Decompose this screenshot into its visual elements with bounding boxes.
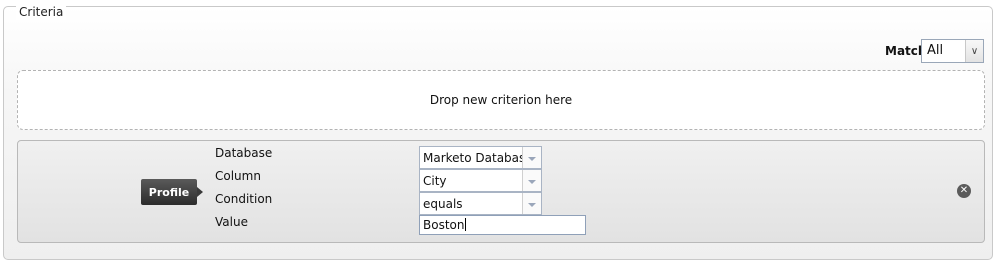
condition-select[interactable]: equals — [419, 192, 542, 215]
criterion-drop-zone[interactable]: Drop new criterion here — [17, 70, 985, 130]
remove-criterion-icon[interactable]: ✕ — [957, 184, 971, 198]
dropdown-arrow-icon[interactable] — [522, 147, 541, 168]
dropdown-arrow-icon[interactable] — [522, 170, 541, 191]
column-label: Column — [215, 169, 261, 183]
dropdown-arrow-icon[interactable] — [522, 193, 541, 214]
criteria-legend: Criteria — [16, 6, 67, 20]
match-select-value: All — [927, 43, 944, 58]
column-select[interactable]: City — [419, 169, 542, 192]
database-select[interactable]: Marketo Database — [419, 146, 542, 169]
criterion-row: Profile Database Marketo Database Column… — [17, 140, 985, 243]
profile-tag: Profile — [141, 179, 203, 205]
criteria-fieldset: Criteria Match All ∨ Drop new criterion … — [3, 6, 993, 260]
value-input[interactable]: Boston — [419, 215, 586, 235]
chevron-down-icon[interactable]: ∨ — [965, 40, 983, 62]
database-select-value: Marketo Database — [423, 151, 533, 165]
database-label: Database — [215, 146, 273, 160]
match-select[interactable]: All ∨ — [921, 39, 984, 63]
value-label: Value — [215, 215, 248, 229]
condition-select-value: equals — [423, 197, 463, 211]
column-select-value: City — [423, 174, 447, 188]
condition-label: Condition — [215, 192, 273, 206]
drop-zone-text: Drop new criterion here — [429, 93, 573, 107]
value-input-text: Boston — [423, 218, 467, 232]
profile-tag-label: Profile — [148, 185, 190, 199]
